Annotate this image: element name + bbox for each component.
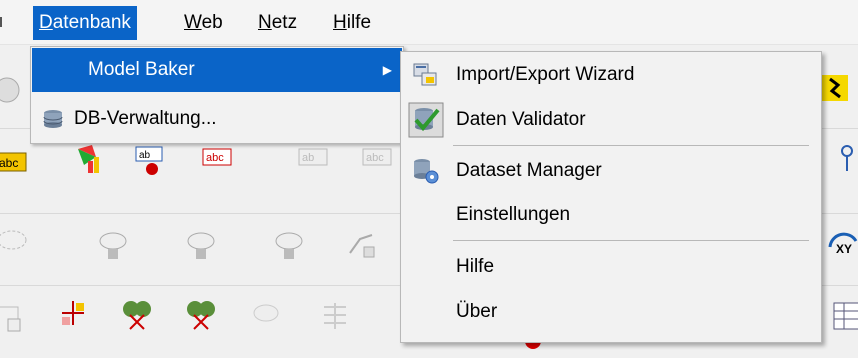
menu-bar: Datenbank Web Netz Hilfe	[0, 0, 858, 45]
add-part-icon[interactable]	[272, 227, 306, 261]
xy-coordinate-icon[interactable]: XY	[826, 227, 858, 261]
svg-text:ab: ab	[139, 150, 151, 161]
menu-item-dataset-manager-label: Dataset Manager	[456, 160, 602, 181]
label-eye-icon: abc	[362, 148, 392, 166]
toolbar-circle-icon[interactable]	[0, 73, 24, 107]
menu-datenbank[interactable]: Datenbank	[33, 6, 137, 40]
menu-item-db-verwaltung[interactable]: DB-Verwaltung...	[32, 97, 402, 141]
menu-bar-edge	[0, 17, 6, 27]
dataset-manager-icon	[414, 159, 439, 184]
menu-item-dataset-manager[interactable]: Dataset Manager	[402, 149, 820, 193]
menu-item-import-export-wizard[interactable]: Import/Export Wizard	[402, 53, 820, 97]
label-pin-icon[interactable]: ab	[132, 143, 166, 177]
svg-text:abc: abc	[206, 152, 224, 164]
menu-hilfe-label: ilfe	[346, 12, 372, 33]
label-toolbar-icon[interactable]	[830, 141, 858, 175]
menu-item-einstellungen[interactable]: Einstellungen	[402, 193, 820, 237]
menu-item-model-baker-label: Model Baker	[88, 59, 195, 80]
svg-text:abc: abc	[0, 156, 18, 170]
menu-item-model-baker[interactable]: Model Baker ▶	[32, 48, 402, 92]
menu-item-daten-validator-label: Daten Validator	[456, 109, 586, 130]
menu-hilfe[interactable]: Hilfe	[327, 6, 377, 40]
svg-text:abc: abc	[366, 152, 384, 164]
fill-ring-icon[interactable]	[184, 227, 218, 261]
menu-web-accel: W	[184, 12, 202, 33]
validator-checkmark-icon	[408, 102, 444, 138]
select-lasso-icon[interactable]	[0, 225, 30, 259]
runner-icon[interactable]	[818, 71, 852, 105]
menu-separator	[453, 145, 809, 146]
svg-text:ab: ab	[302, 152, 314, 164]
database-icon	[43, 110, 63, 128]
menu-separator	[453, 240, 809, 241]
menu-item-db-verwaltung-label: DB-Verwaltung...	[74, 108, 217, 129]
node-tool-icon[interactable]	[344, 227, 378, 261]
wizard-icon	[413, 63, 437, 86]
menu-netz[interactable]: Netz	[252, 6, 303, 40]
menu-datenbank-label: atenbank	[52, 12, 131, 33]
menu-item-einstellungen-label: Einstellungen	[456, 204, 571, 225]
menu-item-ueber-label: Über	[456, 301, 498, 322]
menu-item-daten-validator[interactable]: Daten Validator	[402, 98, 820, 142]
add-ring-icon[interactable]	[96, 227, 130, 261]
menu-datenbank-accel: D	[39, 12, 53, 33]
split-features-icon[interactable]	[120, 297, 154, 331]
diagram-pie-icon[interactable]	[70, 141, 104, 175]
menu-hilfe-accel: H	[333, 12, 347, 33]
menu-item-import-export-wizard-label: Import/Export Wizard	[456, 64, 635, 85]
offset-curve-icon	[324, 303, 346, 329]
menu-item-ueber[interactable]: Über	[402, 290, 820, 334]
menu-web-label: eb	[201, 12, 223, 33]
menu-netz-accel: N	[258, 12, 272, 33]
svg-text:XY: XY	[836, 242, 852, 256]
label-disabled-icon: ab	[298, 148, 328, 166]
menu-item-hilfe-label: Hilfe	[456, 256, 495, 277]
datenbank-dropdown: Model Baker ▶ DB-Verwaltung...	[30, 46, 404, 144]
menu-netz-label: etz	[271, 12, 298, 33]
reshape-icon[interactable]	[0, 301, 26, 335]
submenu-arrow-icon: ▶	[382, 63, 392, 77]
merge-features-icon	[253, 304, 279, 322]
menu-item-hilfe[interactable]: Hilfe	[402, 245, 820, 289]
menu-web[interactable]: Web	[178, 6, 229, 40]
label-abc-icon[interactable]: abc	[0, 145, 28, 179]
split-parts-icon[interactable]	[56, 297, 90, 331]
split-parts-scissors-icon[interactable]	[184, 297, 218, 331]
attribute-table-icon[interactable]	[830, 299, 858, 333]
label-remove-icon[interactable]: abc	[200, 143, 234, 177]
model-baker-submenu: Import/Export Wizard Daten Validator Dat…	[400, 51, 822, 343]
